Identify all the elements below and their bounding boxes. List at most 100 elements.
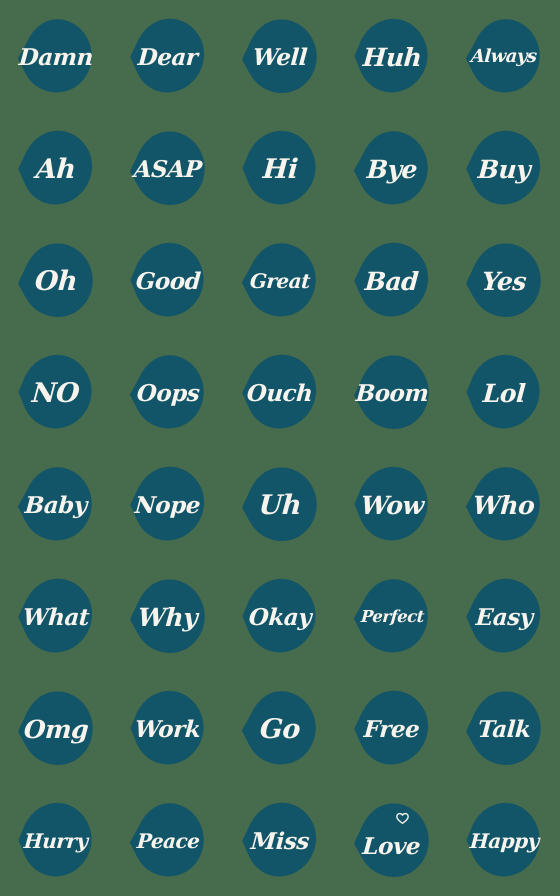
sticker-cell: Oops xyxy=(112,336,224,448)
word-sticker[interactable]: Okay xyxy=(241,577,319,655)
sticker-label: Boom xyxy=(354,379,430,407)
sticker-cell: Great xyxy=(224,224,336,336)
sticker-cell: Bad xyxy=(336,224,448,336)
sticker-cell: Oh xyxy=(0,224,112,336)
sticker-cell: Boom xyxy=(336,336,448,448)
sticker-label: Who xyxy=(472,490,536,520)
sticker-cell: Perfect xyxy=(336,560,448,672)
word-sticker[interactable]: Happy xyxy=(465,801,543,879)
word-sticker[interactable]: Who xyxy=(465,465,543,543)
sticker-cell: Who xyxy=(448,448,560,560)
sticker-cell: Why xyxy=(112,560,224,672)
sticker-cell: Hi xyxy=(224,112,336,224)
sticker-label: Work xyxy=(134,715,202,743)
word-sticker[interactable]: Well xyxy=(241,17,319,95)
sticker-label: Ouch xyxy=(246,379,314,407)
word-sticker[interactable]: ASAP xyxy=(129,129,207,207)
word-sticker[interactable]: Omg xyxy=(17,689,95,767)
sticker-cell: Dear xyxy=(112,0,224,112)
word-sticker[interactable]: Perfect xyxy=(353,577,431,655)
sticker-cell: Nope xyxy=(112,448,224,560)
sticker-cell: Easy xyxy=(448,560,560,672)
sticker-label: Good xyxy=(134,267,202,295)
sticker-cell: Well xyxy=(224,0,336,112)
sticker-label: Perfect xyxy=(359,606,425,626)
sticker-cell: Uh xyxy=(224,448,336,560)
sticker-cell: Ah xyxy=(0,112,112,224)
word-sticker[interactable]: Ouch xyxy=(241,353,319,431)
sticker-cell: Omg xyxy=(0,672,112,784)
sticker-label: Hurry xyxy=(23,829,89,853)
sticker-label: Bye xyxy=(365,154,418,184)
word-sticker[interactable]: Bye xyxy=(353,129,431,207)
sticker-cell: Love xyxy=(336,784,448,896)
sticker-label: Free xyxy=(363,715,421,743)
word-sticker[interactable]: Buy xyxy=(465,129,543,207)
sticker-cell: Peace xyxy=(112,784,224,896)
word-sticker[interactable]: Ah xyxy=(17,129,95,207)
sticker-cell: Huh xyxy=(336,0,448,112)
sticker-cell: Yes xyxy=(448,224,560,336)
word-sticker[interactable]: Miss xyxy=(241,801,319,879)
sticker-cell: Buy xyxy=(448,112,560,224)
sticker-label: Hi xyxy=(261,153,299,185)
sticker-cell: ASAP xyxy=(112,112,224,224)
sticker-label: Wow xyxy=(359,490,425,520)
word-sticker[interactable]: Talk xyxy=(465,689,543,767)
word-sticker[interactable]: Peace xyxy=(129,801,207,879)
word-sticker[interactable]: Hurry xyxy=(17,801,95,879)
sticker-label: Well xyxy=(251,43,308,71)
word-sticker[interactable]: Great xyxy=(241,241,319,319)
sticker-cell: Damn xyxy=(0,0,112,112)
sticker-label: Okay xyxy=(247,603,312,631)
word-sticker[interactable]: NO xyxy=(17,353,95,431)
sticker-cell: NO xyxy=(0,336,112,448)
word-sticker[interactable]: Lol xyxy=(465,353,543,431)
word-sticker[interactable]: Wow xyxy=(353,465,431,543)
sticker-label: Talk xyxy=(476,715,532,743)
word-sticker[interactable]: Bad xyxy=(353,241,431,319)
sticker-label: Miss xyxy=(249,827,310,855)
word-sticker[interactable]: Dear xyxy=(129,17,207,95)
word-sticker[interactable]: Work xyxy=(129,689,207,767)
word-sticker[interactable]: What xyxy=(17,577,95,655)
sticker-label: Uh xyxy=(257,489,303,521)
word-sticker[interactable]: Yes xyxy=(465,241,543,319)
sticker-label: Great xyxy=(249,269,311,293)
word-sticker[interactable]: Uh xyxy=(241,465,319,543)
word-sticker[interactable]: Boom xyxy=(353,353,431,431)
sticker-cell: Go xyxy=(224,672,336,784)
word-sticker[interactable]: Baby xyxy=(17,465,95,543)
word-sticker[interactable]: Why xyxy=(129,577,207,655)
sticker-label: ASAP xyxy=(133,155,203,183)
sticker-label: Huh xyxy=(361,42,423,72)
sticker-cell: Hurry xyxy=(0,784,112,896)
sticker-cell: Bye xyxy=(336,112,448,224)
word-sticker[interactable]: Always xyxy=(465,17,543,95)
word-sticker[interactable]: Nope xyxy=(129,465,207,543)
word-sticker[interactable]: Damn xyxy=(17,17,95,95)
sticker-label: Omg xyxy=(22,714,90,744)
sticker-label: Dear xyxy=(137,43,199,71)
sticker-cell: Lol xyxy=(448,336,560,448)
sticker-cell: Okay xyxy=(224,560,336,672)
sticker-label: Baby xyxy=(24,491,88,519)
word-sticker[interactable]: Oops xyxy=(129,353,207,431)
word-sticker[interactable]: Hi xyxy=(241,129,319,207)
sticker-label: Bad xyxy=(364,266,420,296)
word-sticker[interactable]: Easy xyxy=(465,577,543,655)
sticker-cell: Always xyxy=(448,0,560,112)
sticker-label: Ah xyxy=(35,153,77,185)
sticker-cell: Happy xyxy=(448,784,560,896)
word-sticker[interactable]: Oh xyxy=(17,241,95,319)
sticker-label: Happy xyxy=(468,829,540,853)
sticker-cell: What xyxy=(0,560,112,672)
word-sticker[interactable]: Love xyxy=(353,801,431,879)
word-sticker[interactable]: Good xyxy=(129,241,207,319)
sticker-label: NO xyxy=(31,377,81,409)
word-sticker[interactable]: Huh xyxy=(353,17,431,95)
word-sticker[interactable]: Free xyxy=(353,689,431,767)
sticker-label: Oh xyxy=(33,265,79,297)
sticker-cell: Good xyxy=(112,224,224,336)
word-sticker[interactable]: Go xyxy=(241,689,319,767)
